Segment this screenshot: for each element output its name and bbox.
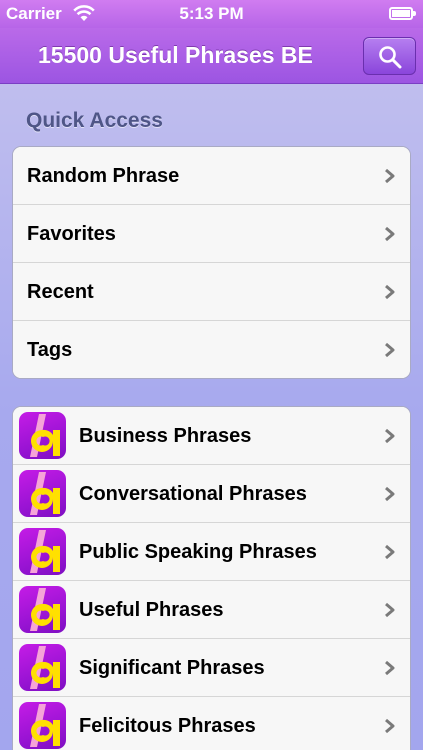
chevron-right-icon bbox=[385, 660, 395, 676]
app-icon bbox=[19, 470, 66, 517]
list-item-label: Felicitous Phrases bbox=[79, 715, 256, 737]
app-icon bbox=[19, 702, 66, 749]
list-item-label: Business Phrases bbox=[79, 425, 252, 447]
category-list: Business Phrases Conversational Phrases … bbox=[12, 406, 411, 750]
list-item-label: Conversational Phrases bbox=[79, 483, 307, 505]
list-item-label: Tags bbox=[27, 339, 73, 361]
list-item-label: Useful Phrases bbox=[79, 599, 224, 621]
chevron-right-icon bbox=[385, 284, 395, 300]
chevron-right-icon bbox=[385, 602, 395, 618]
list-item-label: Favorites bbox=[27, 223, 116, 245]
quick-access-list: Random Phrase Favorites Recent Tags bbox=[12, 146, 411, 379]
chevron-right-icon bbox=[385, 718, 395, 734]
list-item-label: Public Speaking Phrases bbox=[79, 541, 317, 563]
list-item-label: Significant Phrases bbox=[79, 657, 265, 679]
search-icon bbox=[379, 46, 402, 69]
list-item-public-speaking-phrases[interactable]: Public Speaking Phrases bbox=[13, 523, 410, 581]
navigation-bar: 15500 Useful Phrases BE bbox=[0, 28, 423, 84]
chevron-right-icon bbox=[385, 486, 395, 502]
app-icon bbox=[19, 528, 66, 575]
chevron-right-icon bbox=[385, 342, 395, 358]
chevron-right-icon bbox=[385, 428, 395, 444]
status-bar: Carrier 5:13 PM bbox=[0, 0, 423, 28]
app-icon bbox=[19, 412, 66, 459]
list-item-significant-phrases[interactable]: Significant Phrases bbox=[13, 639, 410, 697]
app-icon bbox=[19, 586, 66, 633]
page-title: 15500 Useful Phrases BE bbox=[38, 42, 313, 68]
section-header-quick-access: Quick Access bbox=[26, 109, 163, 132]
list-item-label: Random Phrase bbox=[27, 165, 180, 187]
search-button[interactable] bbox=[363, 37, 416, 75]
list-item-useful-phrases[interactable]: Useful Phrases bbox=[13, 581, 410, 639]
list-item-label: Recent bbox=[27, 281, 94, 303]
app-icon bbox=[19, 644, 66, 691]
status-time: 5:13 PM bbox=[179, 4, 244, 23]
list-item-tags[interactable]: Tags bbox=[13, 321, 410, 378]
list-item-recent[interactable]: Recent bbox=[13, 263, 410, 321]
list-item-random-phrase[interactable]: Random Phrase bbox=[13, 147, 410, 205]
chevron-right-icon bbox=[385, 544, 395, 560]
list-item-favorites[interactable]: Favorites bbox=[13, 205, 410, 263]
battery-icon bbox=[389, 7, 416, 20]
chevron-right-icon bbox=[385, 226, 395, 242]
chevron-right-icon bbox=[385, 168, 395, 184]
list-item-felicitous-phrases[interactable]: Felicitous Phrases bbox=[13, 697, 410, 750]
list-item-business-phrases[interactable]: Business Phrases bbox=[13, 407, 410, 465]
list-item-conversational-phrases[interactable]: Conversational Phrases bbox=[13, 465, 410, 523]
